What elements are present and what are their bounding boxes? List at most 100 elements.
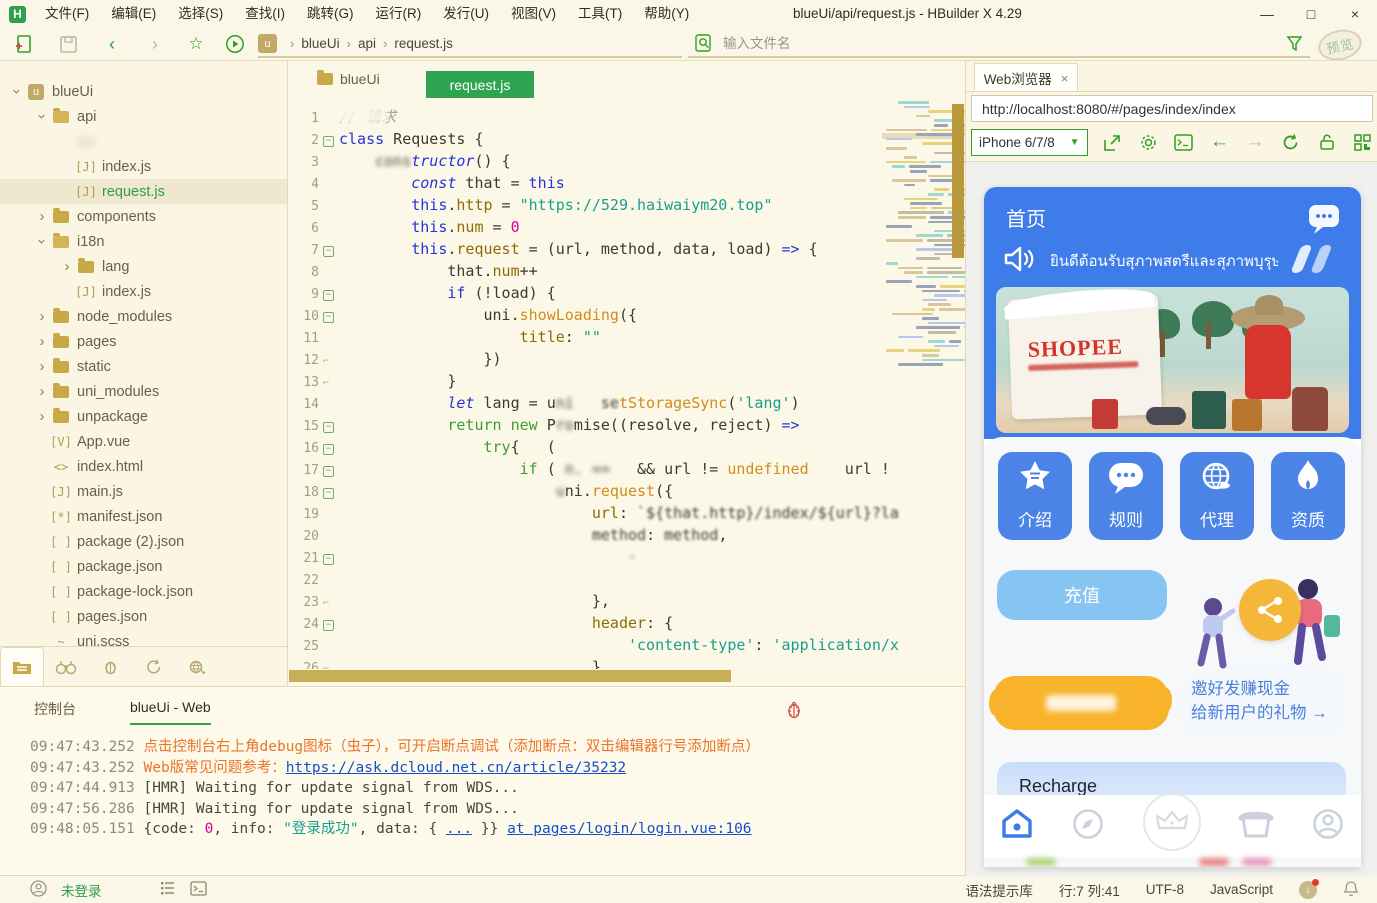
line-number[interactable]: 22 [289,570,319,592]
chat-bubble-icon[interactable] [1305,201,1343,242]
line-number[interactable]: 17 [289,460,319,482]
line-number[interactable]: 10 [289,306,319,328]
tree-item-pages[interactable]: ›pages [0,329,287,354]
fold-marker-icon[interactable]: − [323,422,334,433]
code-line[interactable]: 16− try{ ( [289,436,953,458]
smudged-button[interactable] [993,676,1169,730]
forward-icon[interactable]: → [1244,131,1266,153]
sidebar-tab-refresh-icon[interactable] [132,647,176,686]
code-line[interactable]: 25 'content-type': 'application/x [289,634,953,656]
tabbar-home-icon[interactable] [1000,808,1034,845]
code-line[interactable]: 23⌐ }, [289,590,953,612]
fold-marker-icon[interactable]: − [323,444,334,455]
code-line[interactable]: 18− uni.request({ [289,480,953,502]
tree-item-package.json[interactable]: [ ]package.json [0,554,287,579]
minimap[interactable] [886,101,948,381]
syntax-library[interactable]: 语法提示库 [965,880,1033,900]
menu-文件(F)[interactable]: 文件(F) [34,0,100,28]
line-number[interactable]: 15 [289,416,319,438]
code-line[interactable]: 6 this.num = 0 [289,216,953,238]
tree-item-index.js[interactable]: [J]index.js [0,279,287,304]
tile-代理[interactable]: 代理 [1180,452,1254,540]
line-number[interactable]: 24 [289,614,319,636]
tabbar-basket-icon[interactable] [1238,808,1274,845]
funnel-icon[interactable] [1286,35,1304,58]
tree-arrow-icon[interactable]: › [34,110,51,124]
code-area[interactable]: 1// 请求2−class Requests {3 constructor() … [289,98,953,669]
breadcrumb-blueUi[interactable]: blueUi [301,36,339,51]
breadcrumb-api[interactable]: api [358,36,376,51]
tabbar-compass-icon[interactable] [1071,807,1105,846]
tree-item-blueUi[interactable]: ›ublueUi [0,79,287,104]
tree-item-index.html[interactable]: <>index.html [0,454,287,479]
code-line[interactable]: 17− if ( n. == && url != undefined url ! [289,458,953,480]
tree-item-smudged[interactable] [0,129,287,154]
log-link[interactable]: https://ask.dcloud.net.cn/article/35232 [286,760,626,776]
tree-item-lang[interactable]: ›lang [0,254,287,279]
tree-arrow-icon[interactable]: › [35,358,49,375]
line-number[interactable]: 18 [289,482,319,504]
menu-发行(U)[interactable]: 发行(U) [432,0,500,28]
fold-marker-icon[interactable]: − [323,136,334,147]
line-col[interactable]: 行:7 列:41 [1059,880,1120,900]
recharge-button[interactable]: 充值 [997,570,1167,620]
tile-资质[interactable]: 资质 [1271,452,1345,540]
line-number[interactable]: 7 [289,240,319,262]
vertical-scrollbar[interactable] [952,104,964,258]
outline-list-icon[interactable] [160,881,176,898]
invite-card[interactable]: 邀好发赚现金 给新用户的礼物 → [1181,567,1346,732]
close-button[interactable]: × [1333,0,1377,28]
line-number[interactable]: 20 [289,526,319,548]
line-number[interactable]: 4 [289,174,319,196]
line-number[interactable]: 12 [289,350,319,372]
unlock-icon[interactable] [1316,131,1338,153]
tree-item-package (2).json[interactable]: [ ]package (2).json [0,529,287,554]
code-line[interactable]: 10− uni.showLoading({ [289,304,953,326]
sidebar-tab-binoculars-icon[interactable] [44,647,88,686]
save-icon[interactable] [56,32,80,56]
line-number[interactable]: 16 [289,438,319,460]
code-line[interactable]: 12⌐ }) [289,348,953,370]
fold-marker-icon[interactable]: − [323,290,334,301]
line-number[interactable]: 11 [289,328,319,350]
tree-item-pages.json[interactable]: [ ]pages.json [0,604,287,629]
tree-arrow-icon[interactable]: › [35,208,49,225]
file-search[interactable] [688,31,1310,58]
bell-icon[interactable] [1343,880,1359,900]
device-select[interactable]: iPhone 6/7/8▼ [971,129,1088,156]
tree-item-package-lock.json[interactable]: [ ]package-lock.json [0,579,287,604]
line-number[interactable]: 26 [289,658,319,669]
tree-item-index.js[interactable]: [J]index.js [0,154,287,179]
forward-icon[interactable]: › [143,32,167,56]
open-external-icon[interactable] [1102,131,1124,153]
tile-规则[interactable]: 规则 [1089,452,1163,540]
code-line[interactable]: 2−class Requests { [289,128,953,150]
tree-item-static[interactable]: ›static [0,354,287,379]
line-number[interactable]: 5 [289,196,319,218]
qrcode-icon[interactable] [1351,131,1373,153]
user-icon[interactable] [30,880,47,900]
search-input[interactable] [723,36,1203,51]
tree-arrow-icon[interactable]: › [35,308,49,325]
code-line[interactable]: 7− this.request = (url, method, data, lo… [289,238,953,260]
line-number[interactable]: 2 [289,130,319,152]
menu-运行(R)[interactable]: 运行(R) [365,0,433,28]
fold-marker-icon[interactable]: − [323,246,334,257]
code-line[interactable]: 21− · [289,546,953,568]
code-line[interactable]: 5 this.http = "https://529.haiwaiym20.to… [289,194,953,216]
back-icon[interactable]: ‹ [100,32,124,56]
code-line[interactable]: 11 title: "" [289,326,953,348]
promo-banner[interactable]: SHOPEE [996,287,1349,433]
login-status[interactable]: 未登录 [61,880,102,900]
code-line[interactable]: 24− header: { [289,612,953,634]
tree-item-uni_modules[interactable]: ›uni_modules [0,379,287,404]
tile-介绍[interactable]: 介绍 [998,452,1072,540]
run-icon[interactable] [223,32,247,56]
url-bar[interactable]: http://localhost:8080/#/pages/index/inde… [971,95,1373,122]
announcement-bar[interactable]: ยินดีต้อนรับสุภาพสตรีและสุภาพบุรุษจา [1002,243,1342,279]
breadcrumb-request.js[interactable]: request.js [394,36,453,51]
refresh-icon[interactable] [1280,131,1302,153]
fold-marker-icon[interactable]: − [323,466,334,477]
bug-icon[interactable] [786,701,802,724]
line-number[interactable]: 1 [289,108,319,130]
